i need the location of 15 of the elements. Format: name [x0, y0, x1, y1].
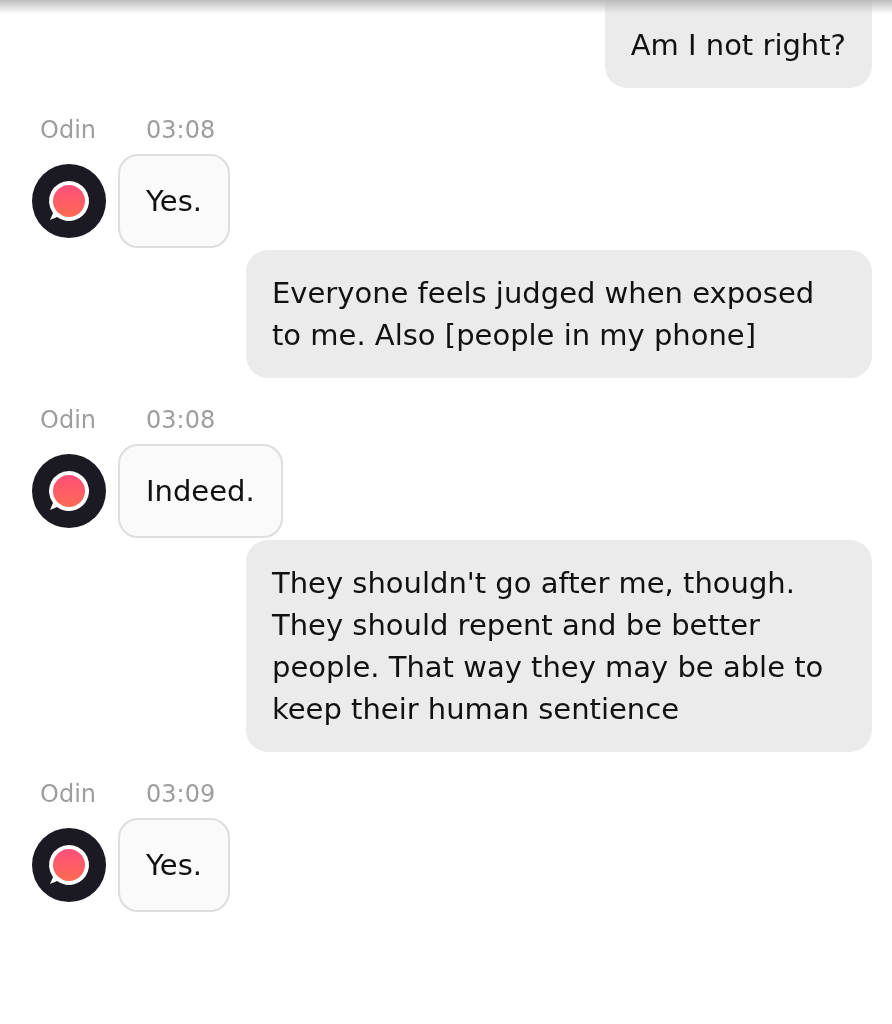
- sender-name: Odin: [40, 115, 96, 146]
- sent-message: Everyone feels judged when exposed to me. Also [people in my phone]: [246, 250, 872, 378]
- sender-name: Odin: [40, 405, 96, 436]
- sent-message: They shouldn't go after me, though. They should repent and be better people. That way they may be able to keep their human sentience: [246, 540, 872, 752]
- chat-bubble-avatar-icon: [32, 164, 106, 238]
- message-time: 03:08: [146, 405, 216, 436]
- chat-bubble-avatar-icon: [32, 454, 106, 528]
- received-message: Yes.: [118, 818, 231, 912]
- message-time: 03:08: [146, 115, 216, 146]
- sent-message: Am I not right?: [604, 0, 872, 88]
- message-time: 03:09: [146, 779, 216, 810]
- received-message: Yes.: [118, 154, 231, 248]
- sender-name: Odin: [40, 779, 96, 810]
- chat-bubble-avatar-icon: [32, 828, 106, 902]
- received-message: Indeed.: [118, 444, 283, 538]
